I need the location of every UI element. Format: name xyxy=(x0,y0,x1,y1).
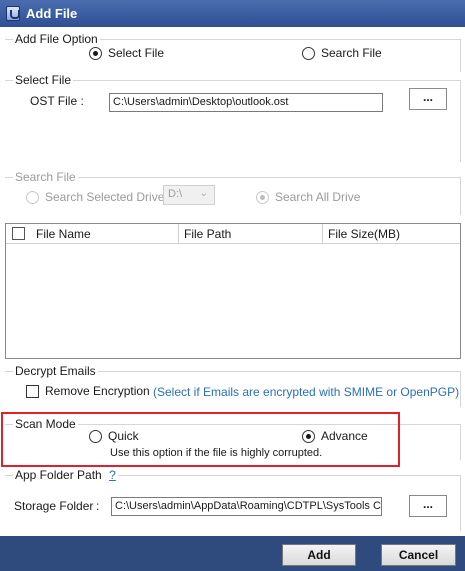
search-all-drive-label: Search All Drive xyxy=(275,190,361,204)
radio-unchecked-icon xyxy=(302,46,315,60)
radio-checked-icon xyxy=(256,190,269,204)
column-header-file-name[interactable]: File Name xyxy=(30,224,178,244)
cancel-button[interactable]: Cancel xyxy=(381,544,456,566)
search-all-drive-radio[interactable]: Search All Drive xyxy=(256,190,360,204)
column-header-file-path[interactable]: File Path xyxy=(178,224,322,244)
add-button[interactable]: Add xyxy=(282,544,356,566)
app-shield-icon xyxy=(6,6,20,21)
radio-unchecked-icon xyxy=(26,190,39,204)
drive-select[interactable]: D:\ ⌄ xyxy=(163,185,215,205)
file-list-table[interactable]: File Name File Path File Size(MB) xyxy=(5,223,461,359)
scan-mode-highlight-box xyxy=(1,412,400,467)
drive-select-value: D:\ xyxy=(168,188,183,200)
decrypt-emails-label: Decrypt Emails xyxy=(13,364,98,378)
search-file-radio[interactable]: Search File xyxy=(302,46,382,60)
title-bar[interactable]: Add File xyxy=(0,0,465,27)
ost-file-label: OST File : xyxy=(30,94,84,108)
select-file-radio-label: Select File xyxy=(108,46,165,60)
window-title: Add File xyxy=(26,6,78,21)
table-header: File Name File Path File Size(MB) xyxy=(6,224,460,244)
remove-encryption-checkbox[interactable]: Remove Encryption xyxy=(26,384,150,398)
search-file-radio-label: Search File xyxy=(321,46,382,60)
storage-folder-colon: : xyxy=(96,499,100,513)
search-selected-drive-label: Search Selected Drive xyxy=(45,190,165,204)
chevron-down-icon: ⌄ xyxy=(199,188,208,199)
encryption-hint: (Select if Emails are encrypted with SMI… xyxy=(153,385,460,399)
search-selected-drive-radio[interactable]: Search Selected Drive xyxy=(26,190,164,204)
remove-encryption-label: Remove Encryption xyxy=(45,384,150,398)
ost-file-path-input[interactable]: C:\Users\admin\Desktop\outlook.ost xyxy=(109,93,383,112)
app-folder-label: App Folder Path ? xyxy=(13,468,118,482)
app-folder-help-link[interactable]: ? xyxy=(109,468,116,482)
add-file-option-label: Add File Option xyxy=(13,32,100,46)
radio-checked-icon xyxy=(89,46,102,60)
storage-browse-button[interactable]: ... xyxy=(409,495,447,517)
storage-folder-path-input[interactable]: C:\Users\admin\AppData\Roaming\CDTPL\Sys… xyxy=(111,497,382,516)
ost-browse-button[interactable]: ... xyxy=(409,88,447,110)
footer-bar: Add Cancel xyxy=(0,536,465,571)
select-all-checkbox[interactable] xyxy=(12,227,25,240)
checkbox-unchecked-icon xyxy=(26,384,39,398)
search-file-group-label: Search File xyxy=(13,170,78,184)
select-file-group-label: Select File xyxy=(13,73,74,87)
add-file-option-group: Add File Option xyxy=(5,32,461,72)
column-header-file-size[interactable]: File Size(MB) xyxy=(322,224,460,244)
select-file-radio[interactable]: Select File xyxy=(89,46,164,60)
storage-folder-label: Storage Folder xyxy=(14,499,94,513)
app-folder-label-text: App Folder Path xyxy=(15,468,102,482)
